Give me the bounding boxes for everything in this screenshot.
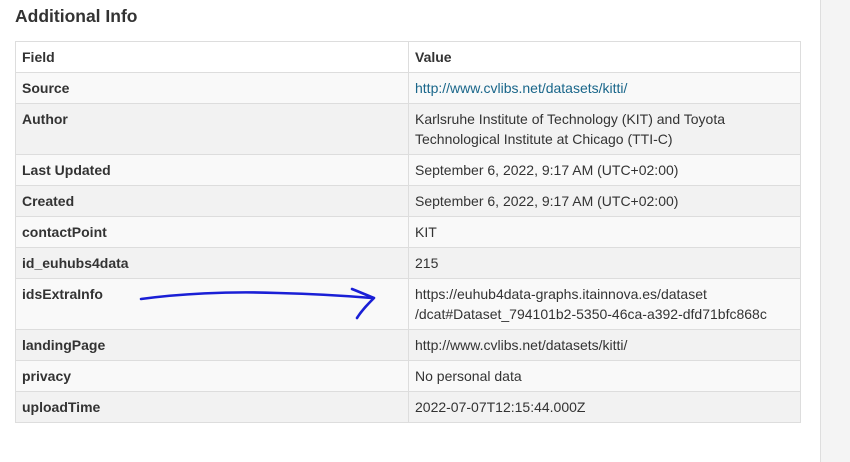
- field-value: http://www.cvlibs.net/datasets/kitti/: [408, 329, 801, 361]
- field-name: Source: [15, 72, 409, 104]
- table-row-id-euhubs4data: id_euhubs4data 215: [15, 247, 801, 279]
- table-row-last-updated: Last Updated September 6, 2022, 9:17 AM …: [15, 154, 801, 186]
- field-value-line: https://euhub4data-graphs.itainnova.es/d…: [415, 286, 707, 302]
- field-value: September 6, 2022, 9:17 AM (UTC+02:00): [408, 185, 801, 217]
- table-row-ids-extra-info: idsExtraInfo https://euhub4data-graphs.i…: [15, 278, 801, 330]
- table-row-created: Created September 6, 2022, 9:17 AM (UTC+…: [15, 185, 801, 217]
- field-name: Author: [15, 103, 409, 155]
- column-header-field: Field: [15, 41, 409, 73]
- table-row-upload-time: uploadTime 2022-07-07T12:15:44.000Z: [15, 391, 801, 423]
- field-value: KIT: [408, 216, 801, 248]
- column-header-value: Value: [408, 41, 801, 73]
- field-name: contactPoint: [15, 216, 409, 248]
- field-value: http://www.cvlibs.net/datasets/kitti/: [408, 72, 801, 104]
- field-name: idsExtraInfo: [15, 278, 409, 330]
- field-value: 215: [408, 247, 801, 279]
- field-name: privacy: [15, 360, 409, 392]
- field-name: Created: [15, 185, 409, 217]
- field-name: Last Updated: [15, 154, 409, 186]
- field-name: landingPage: [15, 329, 409, 361]
- section-title: Additional Info: [15, 6, 138, 26]
- field-name: id_euhubs4data: [15, 247, 409, 279]
- additional-info-table: Field Value Source http://www.cvlibs.net…: [15, 41, 801, 423]
- field-value: https://euhub4data-graphs.itainnova.es/d…: [408, 278, 801, 330]
- field-value: September 6, 2022, 9:17 AM (UTC+02:00): [408, 154, 801, 186]
- table-row-landing-page: landingPage http://www.cvlibs.net/datase…: [15, 329, 801, 361]
- field-value: Karlsruhe Institute of Technology (KIT) …: [408, 103, 801, 155]
- field-value: No personal data: [408, 360, 801, 392]
- source-link[interactable]: http://www.cvlibs.net/datasets/kitti/: [415, 80, 627, 96]
- table-row-contact-point: contactPoint KIT: [15, 216, 801, 248]
- field-name: uploadTime: [15, 391, 409, 423]
- table-row-privacy: privacy No personal data: [15, 360, 801, 392]
- field-value-line: /dcat#Dataset_794101b2-5350-46ca-a392-df…: [415, 306, 767, 322]
- table-header-row: Field Value: [15, 41, 801, 73]
- page-scroll-gutter: [820, 0, 850, 462]
- field-value: 2022-07-07T12:15:44.000Z: [408, 391, 801, 423]
- table-row-author: Author Karlsruhe Institute of Technology…: [15, 103, 801, 155]
- table-row-source: Source http://www.cvlibs.net/datasets/ki…: [15, 72, 801, 104]
